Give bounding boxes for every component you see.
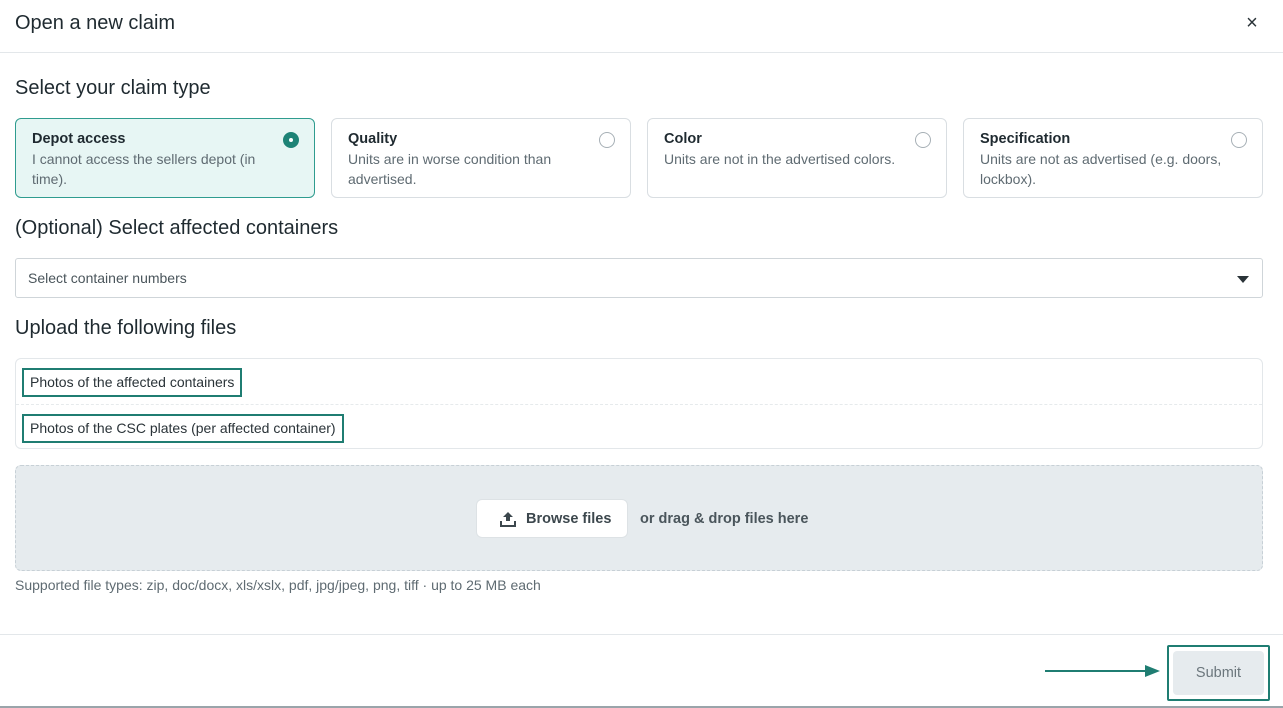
arrow-right-icon <box>1045 665 1160 677</box>
modal-footer: Submit <box>0 634 1283 708</box>
containers-heading: (Optional) Select affected containers <box>15 217 339 239</box>
card-description: Units are not as advertised (e.g. doors,… <box>980 151 1222 187</box>
new-claim-modal: Open a new claim × Select your claim typ… <box>0 0 1283 708</box>
file-dropzone[interactable]: Browse files or drag & drop files here <box>15 465 1263 571</box>
card-title: Specification <box>980 131 1071 147</box>
modal-header: Open a new claim × <box>0 0 1283 53</box>
submit-button[interactable]: Submit <box>1173 651 1264 695</box>
radio-unchecked-icon[interactable] <box>599 132 615 148</box>
required-file-label: Photos of the CSC plates (per affected c… <box>22 414 344 443</box>
claim-type-card-quality[interactable]: Quality Units are in worse condition tha… <box>331 118 631 198</box>
upload-icon <box>500 512 516 527</box>
radio-unchecked-icon[interactable] <box>915 132 931 148</box>
card-description: Units are not in the advertised colors. <box>664 151 896 167</box>
upload-heading: Upload the following files <box>15 317 237 339</box>
required-file-label: Photos of the affected containers <box>22 368 243 397</box>
caret-down-icon <box>1237 276 1249 283</box>
drag-drop-text: or drag & drop files here <box>640 511 809 527</box>
card-title: Quality <box>348 131 398 147</box>
claim-type-card-specification[interactable]: Specification Units are not as advertise… <box>963 118 1263 198</box>
modal-title: Open a new claim <box>15 12 176 34</box>
submit-highlight: Submit <box>1167 645 1270 701</box>
claim-type-card-depot-access[interactable]: Depot access I cannot access the sellers… <box>15 118 315 198</box>
list-item: Photos of the affected containers <box>16 359 1262 404</box>
list-item: Photos of the CSC plates (per affected c… <box>16 404 1262 449</box>
close-icon[interactable]: × <box>1243 11 1261 35</box>
card-description: I cannot access the sellers depot (in ti… <box>32 151 256 187</box>
claim-type-card-color[interactable]: Color Units are not in the advertised co… <box>647 118 947 198</box>
card-description: Units are in worse condition than advert… <box>348 151 552 187</box>
browse-files-label: Browse files <box>526 511 612 527</box>
select-placeholder: Select container numbers <box>28 270 187 286</box>
container-numbers-select[interactable]: Select container numbers <box>15 258 1263 298</box>
browse-files-button[interactable]: Browse files <box>476 499 628 538</box>
radio-checked-icon[interactable] <box>283 132 299 148</box>
card-title: Color <box>664 131 702 147</box>
supported-file-types: Supported file types: zip, doc/docx, xls… <box>15 577 541 593</box>
claim-type-heading: Select your claim type <box>15 77 211 99</box>
radio-unchecked-icon[interactable] <box>1231 132 1247 148</box>
card-title: Depot access <box>32 131 126 147</box>
required-files-list: Photos of the affected containers Photos… <box>15 358 1263 449</box>
